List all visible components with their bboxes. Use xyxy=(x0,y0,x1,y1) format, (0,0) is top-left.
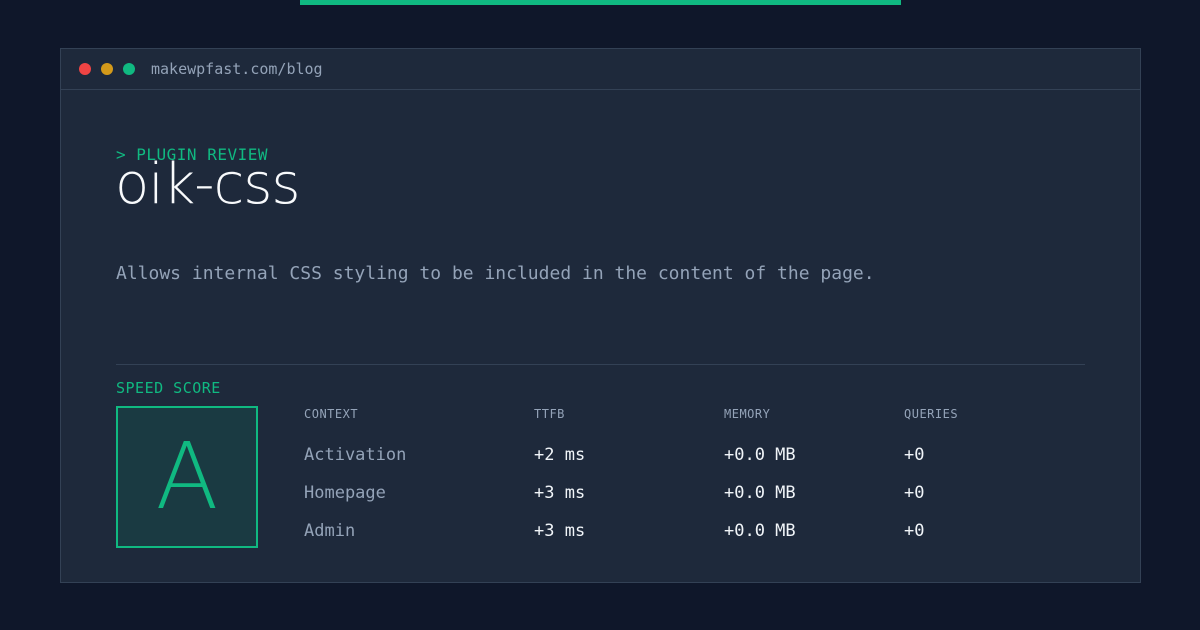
row-homepage-memory: +0.0 MB xyxy=(724,483,796,503)
row-admin-memory: +0.0 MB xyxy=(724,521,796,541)
close-window-dot-icon[interactable] xyxy=(79,63,91,75)
window-titlebar: makewpfast.com/blog xyxy=(61,49,1140,90)
column-header-context: CONTEXT xyxy=(304,407,359,421)
browser-window: makewpfast.com/blog > PLUGIN REVIEW oik-… xyxy=(60,48,1141,583)
speed-score-label: SPEED SCORE xyxy=(116,379,221,397)
plugin-description: Allows internal CSS styling to be includ… xyxy=(116,263,875,284)
url-label: makewpfast.com/blog xyxy=(151,60,323,78)
column-header-queries: QUERIES xyxy=(904,407,959,421)
row-activation-context: Activation xyxy=(304,445,407,465)
row-homepage-queries: +0 xyxy=(904,483,925,503)
row-activation-memory: +0.0 MB xyxy=(724,445,796,465)
row-admin-queries: +0 xyxy=(904,521,925,541)
minimize-window-dot-icon[interactable] xyxy=(101,63,113,75)
section-divider xyxy=(116,364,1085,365)
column-header-ttfb: TTFB xyxy=(534,407,565,421)
row-homepage-ttfb: +3 ms xyxy=(534,483,586,503)
grade-badge: A xyxy=(116,406,258,548)
row-admin-context: Admin xyxy=(304,521,356,541)
maximize-window-dot-icon[interactable] xyxy=(123,63,135,75)
row-admin-ttfb: +3 ms xyxy=(534,521,586,541)
row-activation-ttfb: +2 ms xyxy=(534,445,586,465)
row-activation-queries: +0 xyxy=(904,445,925,465)
grade-letter: A xyxy=(155,423,219,530)
column-header-memory: MEMORY xyxy=(724,407,771,421)
row-homepage-context: Homepage xyxy=(304,483,386,503)
plugin-title: oik-css xyxy=(115,152,301,217)
top-accent-bar xyxy=(300,0,901,5)
